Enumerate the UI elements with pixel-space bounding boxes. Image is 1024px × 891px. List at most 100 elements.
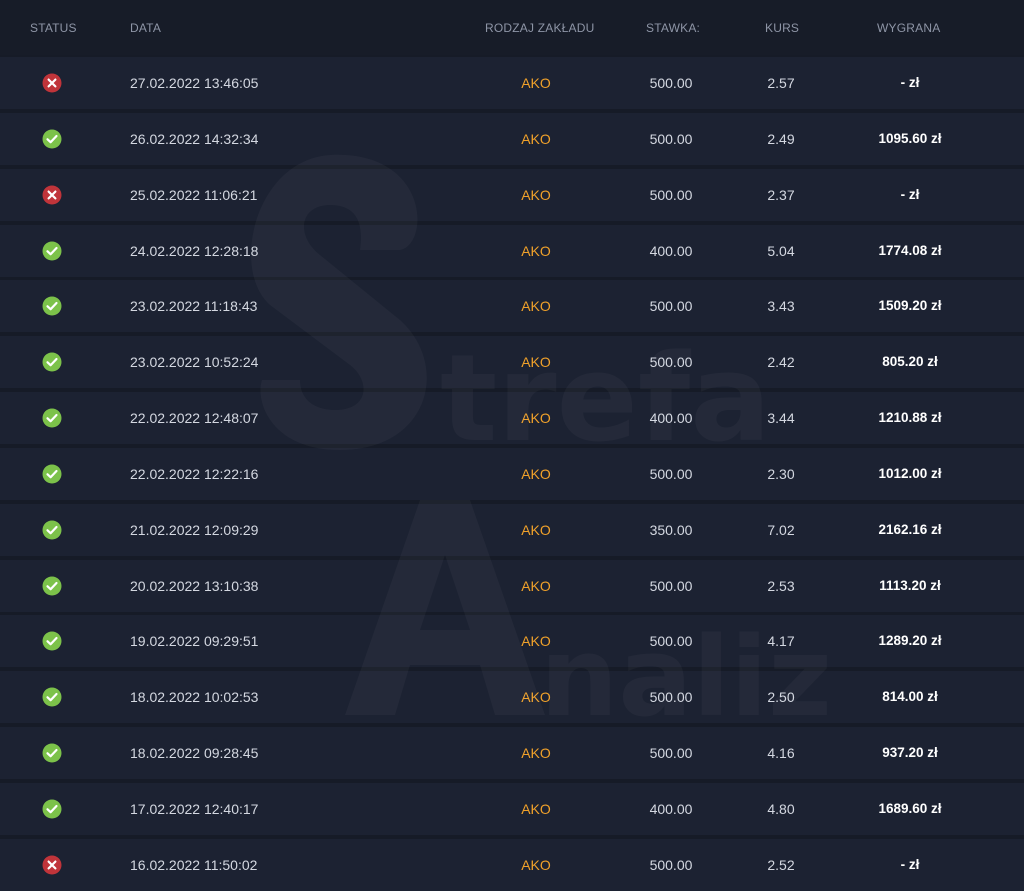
status-cell xyxy=(42,280,62,332)
odds-cell: 4.16 xyxy=(767,745,795,762)
x-circle-icon xyxy=(42,73,62,93)
table-row[interactable]: 22.02.2022 12:48:07 AKO 400.00 3.44 1210.88 … xyxy=(0,392,1024,445)
date-cell: 18.02.2022 10:02:53 xyxy=(130,689,259,706)
table-row[interactable]: 26.02.2022 14:32:34 AKO 500.00 2.49 1095.60 … xyxy=(0,112,1024,165)
odds-cell: 2.49 xyxy=(767,130,795,147)
win-cell: - zł xyxy=(900,75,920,90)
table-row[interactable]: 19.02.2022 09:29:51 AKO 500.00 4.17 1289.20 … xyxy=(0,615,1024,668)
win-cell: 814.00 zł xyxy=(882,689,938,705)
table-row[interactable]: 25.02.2022 11:06:21 AKO 500.00 2.37 - zł xyxy=(0,168,1024,221)
bet-type-cell: AKO xyxy=(521,354,551,371)
check-circle-icon xyxy=(42,799,62,819)
status-cell xyxy=(42,783,62,835)
table-row[interactable]: 21.02.2022 12:09:29 AKO 350.00 7.02 2162.16 … xyxy=(0,503,1024,556)
check-circle-icon xyxy=(42,687,62,707)
bet-type-cell: AKO xyxy=(521,577,551,594)
table-row[interactable]: 27.02.2022 13:46:05 AKO 500.00 2.57 - zł xyxy=(0,57,1024,109)
date-cell: 27.02.2022 13:46:05 xyxy=(130,75,259,91)
date-cell: 21.02.2022 12:09:29 xyxy=(130,521,259,538)
bet-type-cell: AKO xyxy=(521,75,551,91)
stake-cell: 400.00 xyxy=(649,410,693,427)
odds-cell: 2.53 xyxy=(767,577,795,594)
win-cell: 2162.16 zł xyxy=(878,521,942,537)
status-cell xyxy=(42,392,62,444)
stake-cell: 500.00 xyxy=(649,130,693,147)
win-cell: 1095.60 zł xyxy=(878,130,942,146)
win-cell: 1289.20 zł xyxy=(878,633,942,649)
status-cell xyxy=(42,113,62,165)
stake-cell: 500.00 xyxy=(649,633,693,650)
odds-cell: 2.52 xyxy=(767,856,795,873)
win-cell: 1689.60 zł xyxy=(878,800,942,816)
odds-cell: 3.44 xyxy=(767,410,795,427)
date-cell: 23.02.2022 11:18:43 xyxy=(130,298,258,315)
check-circle-icon xyxy=(42,631,62,651)
date-cell: 19.02.2022 09:29:51 xyxy=(130,633,259,650)
stake-cell: 500.00 xyxy=(649,465,693,482)
bet-type-cell: AKO xyxy=(521,689,551,706)
status-cell xyxy=(42,560,62,612)
bet-type-cell: AKO xyxy=(521,856,551,873)
status-cell xyxy=(42,671,62,723)
odds-cell: 3.43 xyxy=(767,298,795,315)
stake-cell: 350.00 xyxy=(649,521,693,538)
header-win[interactable]: WYGRANA xyxy=(877,21,940,35)
table-row[interactable]: 22.02.2022 12:22:16 AKO 500.00 2.30 1012.00 … xyxy=(0,447,1024,500)
header-odds[interactable]: KURS xyxy=(765,21,799,35)
table-row[interactable]: 18.02.2022 09:28:45 AKO 500.00 4.16 937.20 z… xyxy=(0,727,1024,780)
bet-type-cell: AKO xyxy=(521,521,551,538)
stake-cell: 500.00 xyxy=(649,186,693,203)
table-row[interactable]: 24.02.2022 12:28:18 AKO 400.00 5.04 1774.08 … xyxy=(0,224,1024,277)
odds-cell: 2.37 xyxy=(767,186,795,203)
odds-cell: 4.80 xyxy=(767,800,795,817)
status-cell xyxy=(42,615,62,667)
win-cell: 805.20 zł xyxy=(882,354,938,370)
stake-cell: 500.00 xyxy=(649,745,693,762)
status-cell xyxy=(42,57,62,109)
bet-type-cell: AKO xyxy=(521,298,551,315)
table-row[interactable]: 23.02.2022 10:52:24 AKO 500.00 2.42 805.20 z… xyxy=(0,336,1024,389)
status-cell xyxy=(42,504,62,556)
win-cell: - zł xyxy=(900,186,920,202)
table-row[interactable]: 17.02.2022 12:40:17 AKO 400.00 4.80 1689.60 … xyxy=(0,782,1024,835)
header-bet-type[interactable]: RODZAJ ZAKŁADU xyxy=(485,21,594,35)
status-cell xyxy=(42,336,62,388)
status-cell xyxy=(42,839,62,891)
table-row[interactable]: 20.02.2022 13:10:38 AKO 500.00 2.53 1113.20 … xyxy=(0,559,1024,612)
status-cell xyxy=(42,727,62,779)
header-stake[interactable]: STAWKA: xyxy=(646,21,700,35)
table-row[interactable]: 16.02.2022 11:50:02 AKO 500.00 2.52 - zł xyxy=(0,838,1024,891)
win-cell: - zł xyxy=(900,856,920,872)
date-cell: 24.02.2022 12:28:18 xyxy=(130,242,259,259)
win-cell: 1509.20 zł xyxy=(878,298,942,314)
date-cell: 22.02.2022 12:48:07 xyxy=(130,410,259,427)
bet-type-cell: AKO xyxy=(521,410,551,427)
table-row[interactable]: 18.02.2022 10:02:53 AKO 500.00 2.50 814.00 z… xyxy=(0,671,1024,724)
status-cell xyxy=(42,169,62,221)
date-cell: 23.02.2022 10:52:24 xyxy=(130,354,259,371)
win-cell: 937.20 zł xyxy=(882,745,938,761)
x-circle-icon xyxy=(42,185,62,205)
bet-type-cell: AKO xyxy=(521,745,551,762)
stake-cell: 500.00 xyxy=(649,298,693,315)
win-cell: 1012.00 zł xyxy=(878,465,942,481)
bet-table-body: 27.02.2022 13:46:05 AKO 500.00 2.57 - zł 26.0… xyxy=(0,57,1024,891)
date-cell: 17.02.2022 12:40:17 xyxy=(130,800,259,817)
stake-cell: 500.00 xyxy=(649,75,693,91)
check-circle-icon xyxy=(42,296,62,316)
date-cell: 18.02.2022 09:28:45 xyxy=(130,745,259,762)
date-cell: 20.02.2022 13:10:38 xyxy=(130,577,259,594)
header-date[interactable]: DATA xyxy=(130,21,161,35)
stake-cell: 500.00 xyxy=(649,577,693,594)
table-row[interactable]: 23.02.2022 11:18:43 AKO 500.00 3.43 1509.20 … xyxy=(0,280,1024,333)
odds-cell: 2.57 xyxy=(767,75,795,91)
bet-type-cell: AKO xyxy=(521,800,551,817)
x-circle-icon xyxy=(42,855,62,875)
check-circle-icon xyxy=(42,129,62,149)
odds-cell: 2.30 xyxy=(767,465,795,482)
win-cell: 1210.88 zł xyxy=(878,410,942,426)
odds-cell: 5.04 xyxy=(767,242,795,259)
check-circle-icon xyxy=(42,743,62,763)
bet-type-cell: AKO xyxy=(521,130,551,147)
header-status[interactable]: STATUS xyxy=(30,21,77,35)
